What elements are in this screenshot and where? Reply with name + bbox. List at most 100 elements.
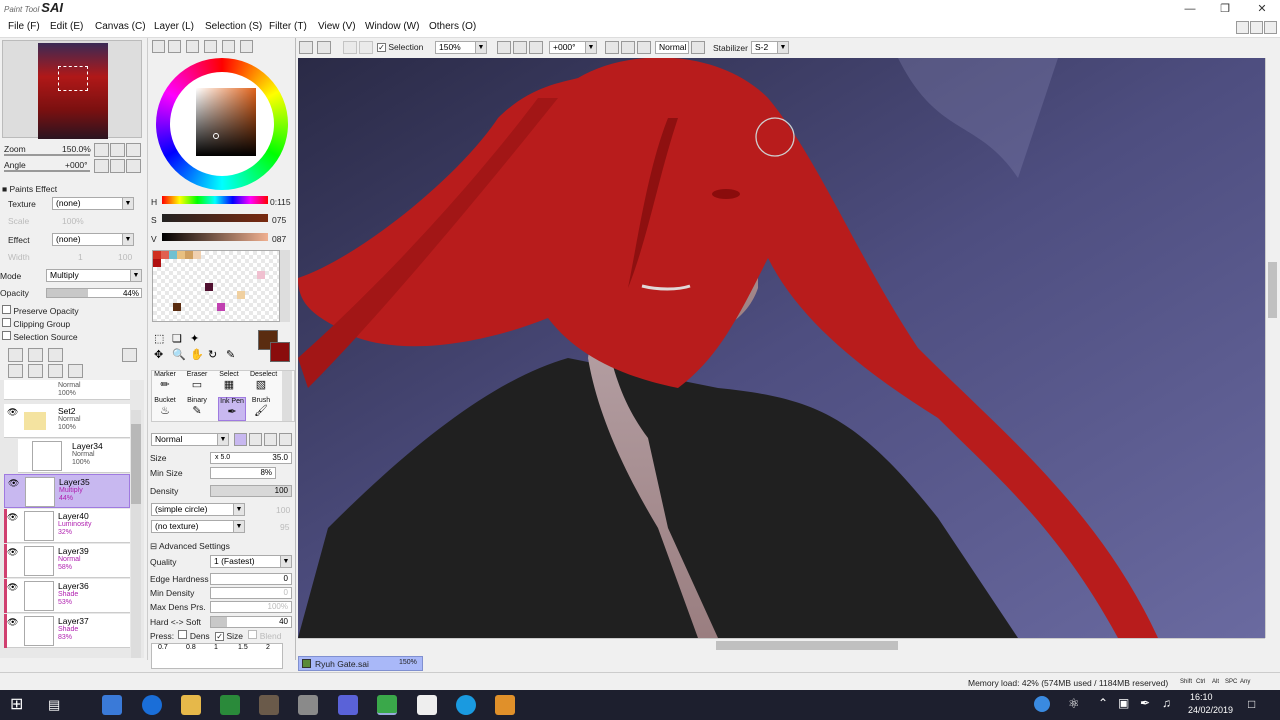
min-size-field[interactable]: 8%	[210, 467, 276, 479]
brush-shape-3-icon[interactable]	[264, 433, 277, 446]
clear-layer-button[interactable]	[48, 364, 63, 378]
task-view-icon[interactable]: ▤	[48, 697, 60, 713]
volume-icon[interactable]: ♫	[1162, 696, 1171, 710]
tool-deselect[interactable]: Deselect ▧	[250, 371, 277, 395]
density-field[interactable]: 100	[210, 485, 292, 497]
show-hidden-icons-icon[interactable]: ⌃	[1098, 696, 1108, 710]
zoom-in-button[interactable]	[110, 143, 125, 157]
menu-layer[interactable]: Layer (L)	[154, 21, 194, 32]
tool-ink-pen[interactable]: Ink Pen ✒	[218, 397, 246, 421]
copy-layer-button[interactable]	[8, 364, 23, 378]
new-layer-button[interactable]	[8, 348, 23, 362]
notifications-icon[interactable]: □	[1248, 697, 1255, 711]
file-explorer-icon[interactable]	[181, 695, 201, 715]
blend-checkbox[interactable]	[248, 630, 258, 639]
rotate-left-icon[interactable]	[605, 41, 619, 54]
edge-icon[interactable]	[142, 695, 162, 715]
tool-select[interactable]: Select ▦	[218, 371, 240, 395]
size-field[interactable]: x 5.0 35.0	[210, 452, 292, 464]
menu-selection[interactable]: Selection (S)	[205, 21, 262, 32]
horizontal-scroll-thumb[interactable]	[716, 641, 898, 650]
zoom-reset-button[interactable]	[126, 143, 141, 157]
size-preset[interactable]: 1	[214, 644, 218, 651]
help-icon[interactable]	[1034, 696, 1050, 712]
min-density-field[interactable]: 0	[210, 587, 292, 599]
document-app-icon[interactable]	[417, 695, 437, 715]
navigator[interactable]	[2, 40, 142, 139]
tool-eraser[interactable]: Eraser ▭	[186, 371, 208, 395]
rotate-left-button[interactable]	[94, 159, 109, 173]
layer-item-0[interactable]: Normal 100%	[4, 380, 130, 400]
layer-item-layer37[interactable]: 👁 Layer37 Shade 83%	[4, 614, 130, 648]
size-preset[interactable]: 1.5	[238, 644, 248, 651]
zoom-fit-icon[interactable]	[529, 41, 543, 54]
rotate-right-button[interactable]	[110, 159, 125, 173]
eye-icon[interactable]: 👁	[7, 548, 18, 557]
saturation-slider[interactable]	[162, 214, 268, 222]
document-tab[interactable]: Ryuh Gate.sai 150%	[298, 656, 423, 671]
redo-icon[interactable]	[317, 41, 331, 54]
hard-soft-field[interactable]: 40	[210, 616, 292, 628]
value-slider[interactable]	[162, 233, 268, 241]
rect-select-icon[interactable]: ⬚	[154, 332, 164, 345]
reset-rotation-icon[interactable]	[637, 41, 651, 54]
menu-window[interactable]: Window (W)	[365, 21, 419, 32]
delete-layer-button[interactable]	[68, 364, 83, 378]
size-preset[interactable]: 0.8	[186, 644, 196, 651]
layer-item-layer36[interactable]: 👁 Layer36 Shade 53%	[4, 579, 130, 613]
swatches-mode-icon[interactable]	[222, 40, 235, 53]
mdi-close-button[interactable]	[1264, 21, 1277, 34]
color-wheel[interactable]	[156, 58, 288, 190]
menu-file[interactable]: File (F)	[8, 21, 40, 32]
menu-canvas[interactable]: Canvas (C)	[95, 21, 146, 32]
stabilizer-select[interactable]: S-2 ▼	[751, 41, 789, 54]
eyedropper-icon[interactable]: ✎	[226, 348, 235, 361]
opacity-slider[interactable]: 44%	[46, 288, 142, 298]
angle-select[interactable]: +000° ▼	[549, 41, 597, 54]
layer-panel-menu-button[interactable]	[122, 348, 137, 362]
zoom-in-icon[interactable]	[513, 41, 527, 54]
rotate-right-icon[interactable]	[621, 41, 635, 54]
zoom-out-button[interactable]	[94, 143, 109, 157]
menu-edit[interactable]: Edit (E)	[50, 21, 83, 32]
clock-date[interactable]: 24/02/2019	[1188, 705, 1233, 715]
clock-time[interactable]: 16:10	[1190, 692, 1213, 702]
preserve-opacity-checkbox[interactable]: Preserve Opacity	[2, 305, 79, 316]
tool-binary[interactable]: Binary ✎	[186, 397, 208, 421]
tool-bucket[interactable]: Bucket ♨	[154, 397, 176, 421]
layer-scrollbar[interactable]	[131, 410, 141, 658]
eye-icon[interactable]: 👁	[8, 479, 19, 488]
app-icon-1[interactable]	[220, 695, 240, 715]
size-preset[interactable]: 2	[266, 644, 270, 651]
swatch-scrollbar[interactable]	[280, 250, 290, 322]
max-density-field[interactable]: 100%	[210, 601, 292, 613]
tool-marker[interactable]: Marker ✏	[154, 371, 176, 395]
video-app-icon[interactable]	[495, 695, 515, 715]
skype-icon[interactable]	[456, 695, 476, 715]
zoom-out-icon[interactable]	[497, 41, 511, 54]
undo-icon[interactable]	[299, 41, 313, 54]
layer-item-layer35[interactable]: 👁 Layer35 Multiply 44%	[4, 474, 130, 508]
maximize-button[interactable]: ❐	[1210, 0, 1240, 18]
brush-shape-4-icon[interactable]	[279, 433, 292, 446]
blend-mode-select[interactable]: Normal ▼	[151, 433, 229, 446]
brush-shape-1-icon[interactable]	[234, 433, 247, 446]
tool-scrollbar[interactable]	[282, 371, 292, 421]
eye-icon[interactable]: 👁	[7, 583, 18, 592]
view-mode-select[interactable]: Normal	[655, 41, 689, 54]
close-button[interactable]: ✕	[1247, 0, 1277, 18]
saturation-value-square[interactable]	[196, 88, 256, 156]
store-icon[interactable]	[102, 695, 122, 715]
angle-slider[interactable]	[4, 170, 90, 172]
rgb-slider-mode-icon[interactable]	[168, 40, 181, 53]
dens-checkbox[interactable]	[178, 630, 188, 639]
eye-icon[interactable]: 👁	[7, 618, 18, 627]
rotate-icon[interactable]: ↻	[208, 348, 217, 361]
lasso-icon[interactable]: ❏	[172, 332, 182, 345]
drawing-canvas[interactable]	[298, 58, 1265, 638]
paint-tool-sai-icon[interactable]	[377, 695, 397, 715]
discord-icon[interactable]	[338, 695, 358, 715]
windows-start-icon[interactable]: ⊞	[10, 696, 23, 714]
minimize-button[interactable]: —	[1175, 0, 1205, 18]
horizontal-scrollbar[interactable]	[298, 638, 1265, 652]
